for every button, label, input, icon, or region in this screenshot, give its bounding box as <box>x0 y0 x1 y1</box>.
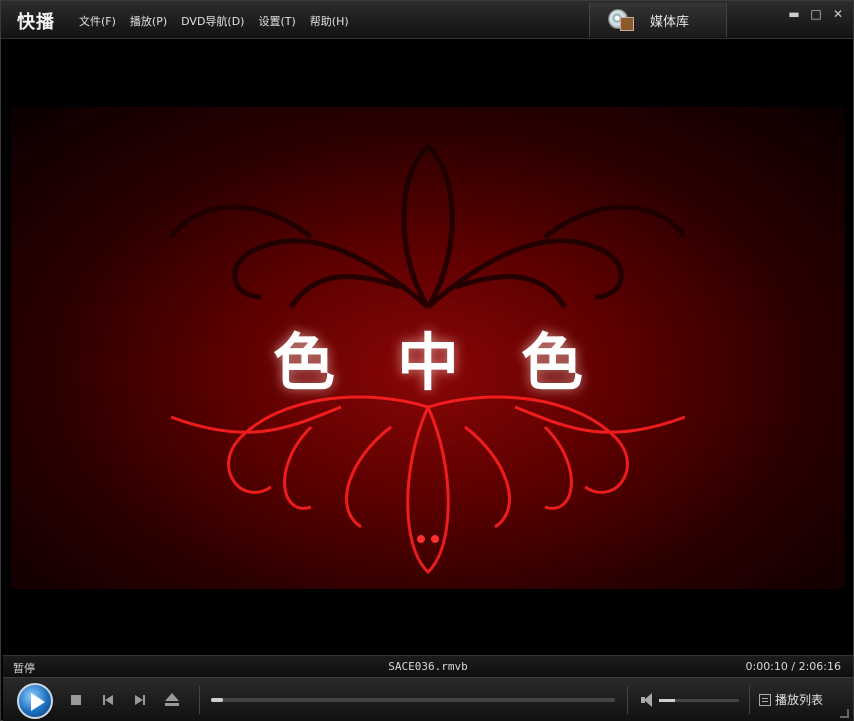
media-library-icon <box>608 7 634 33</box>
next-icon[interactable] <box>131 691 149 709</box>
previous-icon[interactable] <box>99 691 117 709</box>
player-window: 快播 文件(F) 播放(P) DVD导航(D) 设置(T) 帮助(H) 媒体库 … <box>0 0 854 721</box>
menu-dvd-navigation[interactable]: DVD导航(D) <box>181 13 244 29</box>
close-button[interactable]: ✕ <box>831 7 845 21</box>
file-name: SACE036.rmvb <box>388 660 468 673</box>
eject-icon[interactable] <box>163 691 181 709</box>
menu-bar: 文件(F) 播放(P) DVD导航(D) 设置(T) 帮助(H) <box>79 13 349 29</box>
divider <box>749 686 750 714</box>
media-library-label: 媒体库 <box>650 14 690 30</box>
media-library-button[interactable]: 媒体库 <box>589 3 727 37</box>
app-title: 快播 <box>17 12 55 33</box>
minimize-button[interactable]: ▬ <box>787 7 801 21</box>
time-display: 0:00:10 / 2:06:16 <box>745 660 841 673</box>
playlist-label: 播放列表 <box>775 693 824 707</box>
video-title-text: 色中色 <box>272 326 645 399</box>
menu-settings[interactable]: 设置(T) <box>258 13 295 29</box>
divider <box>627 686 628 714</box>
volume-level <box>659 699 675 702</box>
status-bar: 暂停 SACE036.rmvb 0:00:10 / 2:06:16 <box>3 655 853 677</box>
playlist-button[interactable]: 播放列表 <box>759 691 823 708</box>
video-area[interactable]: 色中色 <box>3 41 853 655</box>
control-bar: 播放列表 <box>3 677 853 721</box>
volume-icon[interactable] <box>641 692 655 708</box>
stop-icon[interactable] <box>67 691 85 709</box>
seek-progress <box>211 698 224 702</box>
menu-play[interactable]: 播放(P) <box>130 13 167 29</box>
title-bar[interactable]: 快播 文件(F) 播放(P) DVD导航(D) 设置(T) 帮助(H) 媒体库 … <box>1 1 853 39</box>
play-button[interactable] <box>17 683 53 719</box>
maximize-button[interactable]: □ <box>809 7 823 21</box>
seek-bar[interactable] <box>211 698 615 702</box>
volume-slider[interactable] <box>659 699 739 702</box>
menu-help[interactable]: 帮助(H) <box>310 13 349 29</box>
window-controls: ▬ □ ✕ <box>787 7 845 21</box>
divider <box>199 686 200 714</box>
resize-grip[interactable] <box>840 709 849 718</box>
video-frame: 色中色 <box>11 107 845 589</box>
menu-file[interactable]: 文件(F) <box>79 13 116 29</box>
playlist-icon <box>759 693 771 706</box>
